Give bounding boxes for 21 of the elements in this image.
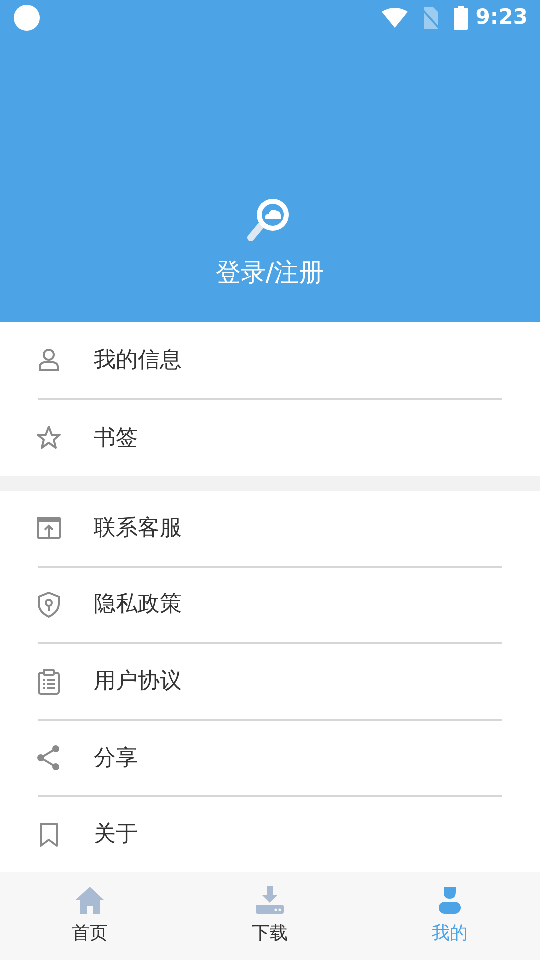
tab[interactable]: 下载 (180, 872, 360, 960)
home-icon (75, 886, 105, 916)
notification-dot-icon (14, 5, 40, 31)
menu-item[interactable]: 关于 (0, 797, 540, 872)
download-icon (255, 886, 285, 916)
menu-item[interactable]: 用户协议 (0, 644, 540, 719)
star-icon (36, 425, 62, 452)
menu-item[interactable]: 书签 (0, 400, 540, 476)
shield-lock-icon (36, 592, 62, 618)
status-time: 9:23 (476, 4, 528, 32)
menu-item[interactable]: 隐私政策 (0, 568, 540, 642)
upload-window-icon (36, 515, 62, 542)
tab[interactable]: 首页 (0, 872, 180, 960)
wifi-icon (382, 8, 408, 28)
battery-icon (454, 6, 468, 30)
menu-item[interactable]: 我的信息 (0, 322, 540, 398)
person-icon (36, 347, 62, 374)
clipboard-icon (36, 668, 62, 695)
menu-item[interactable]: 联系客服 (0, 491, 540, 566)
share-icon (36, 745, 62, 772)
menu-item[interactable]: 分享 (0, 720, 540, 796)
